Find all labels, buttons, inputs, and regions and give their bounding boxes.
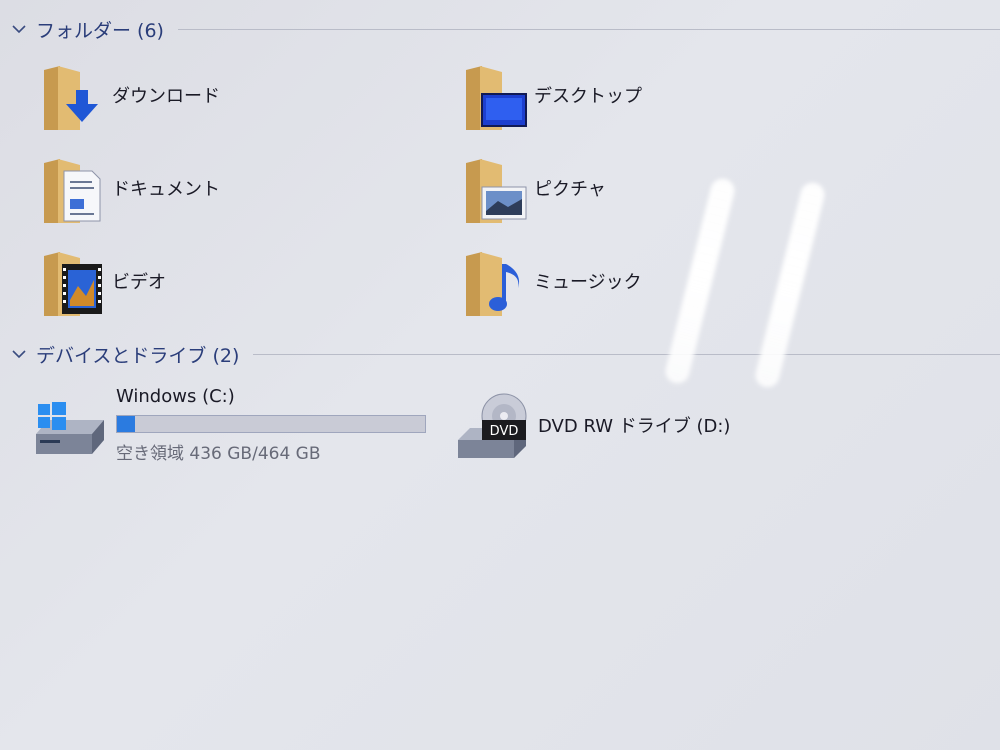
dvd-badge-text: DVD <box>490 424 519 439</box>
drive-item-dvd-d[interactable]: DVD DVD RW ドライブ (D:) <box>454 392 730 460</box>
group-divider <box>253 353 1000 355</box>
folder-item-music[interactable]: ミュージック <box>462 250 642 320</box>
folder-item-desktop[interactable]: デスクトップ <box>462 64 642 134</box>
folders-group-header[interactable]: フォルダー (6) <box>10 14 1000 44</box>
folder-label: ミュージック <box>534 272 642 293</box>
downloads-folder-icon <box>44 66 98 130</box>
folder-label: ダウンロード <box>112 86 220 107</box>
capacity-bar <box>116 415 426 433</box>
folders-group-title: フォルダー (6) <box>36 19 164 42</box>
folder-label: デスクトップ <box>534 86 642 107</box>
folder-item-pictures[interactable]: ピクチャ <box>462 157 606 227</box>
folder-label: ピクチャ <box>534 179 606 200</box>
chevron-down-icon[interactable] <box>10 20 28 38</box>
devices-group-header[interactable]: デバイスとドライブ (2) <box>10 339 1000 369</box>
drive-info: DVD RW ドライブ (D:) <box>538 412 730 438</box>
drive-item-windows-c[interactable]: Windows (C:) 空き領域 436 GB/464 GB <box>32 386 426 464</box>
drive-name: DVD RW ドライブ (D:) <box>538 416 731 437</box>
videos-folder-icon <box>44 252 102 316</box>
folder-item-videos[interactable]: ビデオ <box>40 250 166 320</box>
devices-group-title: デバイスとドライブ (2) <box>36 344 240 367</box>
group-divider <box>177 28 1000 30</box>
drive-name: Windows (C:) <box>116 386 235 407</box>
chevron-down-icon[interactable] <box>10 345 28 363</box>
windows-drive-icon <box>36 402 104 454</box>
folder-label: ビデオ <box>112 272 166 293</box>
drive-info: Windows (C:) 空き領域 436 GB/464 GB <box>116 386 426 464</box>
pictures-folder-icon <box>466 159 527 223</box>
folder-label: ドキュメント <box>112 179 220 200</box>
dvd-drive-icon: DVD <box>458 393 527 458</box>
drive-free-space: 空き領域 436 GB/464 GB <box>116 444 321 464</box>
capacity-bar-fill <box>117 416 136 432</box>
folder-item-downloads[interactable]: ダウンロード <box>40 64 220 134</box>
desktop-folder-icon <box>466 66 527 130</box>
music-folder-icon <box>466 252 520 316</box>
documents-folder-icon <box>44 159 101 223</box>
folder-item-documents[interactable]: ドキュメント <box>40 157 220 227</box>
